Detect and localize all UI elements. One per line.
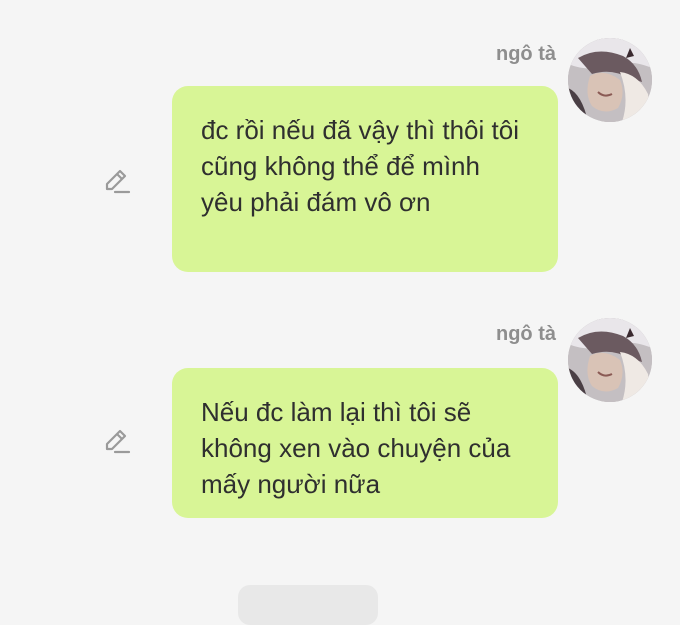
sender-name: ngô tà: [496, 43, 556, 65]
avatar[interactable]: [568, 318, 652, 402]
avatar[interactable]: [568, 38, 652, 122]
message-bubble[interactable]: Nếu đc làm lại thì tôi sẽ không xen vào …: [172, 368, 558, 518]
pencil-icon-glyph: [105, 429, 131, 454]
pencil-icon-glyph: [105, 169, 131, 194]
sender-name: ngô tà: [496, 323, 556, 345]
message-bubble[interactable]: đc rồi nếu đã vậy thì thôi tôi cũng khôn…: [172, 86, 558, 272]
bottom-pill[interactable]: [238, 585, 378, 625]
avatar-image: [568, 318, 652, 402]
avatar-image: [568, 38, 652, 122]
pencil-icon[interactable]: [101, 165, 133, 197]
chat-thread: ngô tà đc rồi nếu đã vậy thì thôi tôi cũ…: [0, 0, 680, 625]
pencil-icon[interactable]: [101, 425, 133, 457]
